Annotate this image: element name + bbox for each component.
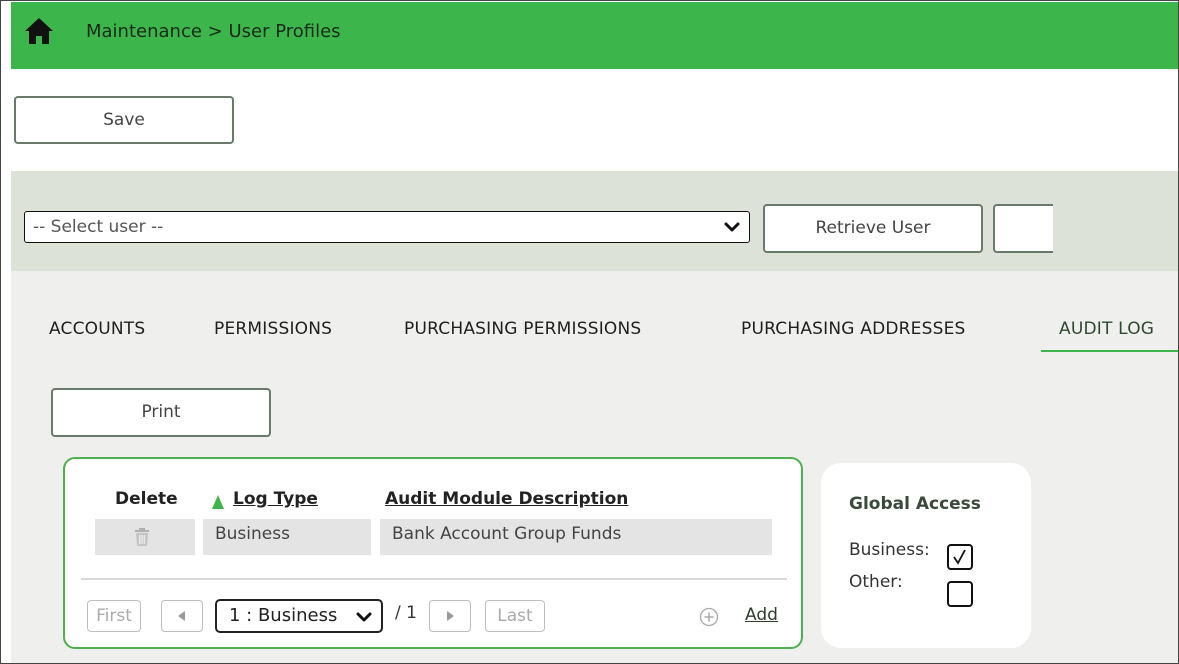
tab-audit-log[interactable]: AUDIT LOG xyxy=(1059,319,1154,339)
audit-log-grid: Delete Log Type Audit Module Description… xyxy=(63,457,803,649)
check-icon xyxy=(953,549,966,565)
prev-page-button[interactable] xyxy=(161,600,203,632)
chevron-down-icon xyxy=(724,222,740,232)
business-checkbox[interactable] xyxy=(947,544,973,570)
truncated-button[interactable] xyxy=(993,204,1053,253)
pager-divider xyxy=(81,578,787,580)
sort-ascending-icon[interactable] xyxy=(211,494,225,510)
column-header-log-type[interactable]: Log Type xyxy=(233,489,318,509)
tab-purchasing-permissions[interactable]: PURCHASING PERMISSIONS xyxy=(404,319,641,339)
other-checkbox[interactable] xyxy=(947,581,973,607)
page-total: / 1 xyxy=(395,603,417,623)
log-type-cell: Business xyxy=(203,519,371,555)
chevron-down-icon xyxy=(356,612,372,622)
user-select-bar: -- Select user -- Retrieve User xyxy=(11,171,1178,271)
header-bar: Maintenance > User Profiles xyxy=(11,2,1178,69)
home-icon[interactable] xyxy=(23,15,55,47)
tab-accounts[interactable]: ACCOUNTS xyxy=(49,319,145,339)
column-header-audit-module-description[interactable]: Audit Module Description xyxy=(385,489,628,509)
save-button[interactable]: Save xyxy=(14,96,234,144)
business-label: Business: xyxy=(849,540,930,560)
active-tab-indicator xyxy=(1041,350,1178,352)
global-access-title: Global Access xyxy=(849,494,981,514)
page-select-value: 1 : Business xyxy=(229,605,338,626)
caret-right-icon xyxy=(447,611,454,621)
last-page-button[interactable]: Last xyxy=(485,600,545,632)
app-frame: Maintenance > User Profiles Save -- Sele… xyxy=(0,0,1179,664)
next-page-button[interactable] xyxy=(429,600,471,632)
tab-bar: ACCOUNTS PERMISSIONS PURCHASING PERMISSI… xyxy=(11,313,1178,353)
user-select-value: -- Select user -- xyxy=(33,217,164,237)
page-select[interactable]: 1 : Business xyxy=(215,599,383,633)
print-button[interactable]: Print xyxy=(51,388,271,437)
add-link[interactable]: Add xyxy=(745,605,778,625)
breadcrumb: Maintenance > User Profiles xyxy=(86,21,341,42)
tab-permissions[interactable]: PERMISSIONS xyxy=(214,319,332,339)
delete-cell xyxy=(95,519,195,555)
trash-icon[interactable] xyxy=(133,527,151,547)
caret-left-icon xyxy=(178,611,185,621)
retrieve-user-button[interactable]: Retrieve User xyxy=(763,204,983,253)
main-content: ACCOUNTS PERMISSIONS PURCHASING PERMISSI… xyxy=(11,271,1178,663)
column-header-delete: Delete xyxy=(115,489,178,509)
global-access-panel: Global Access Business: Other: xyxy=(821,463,1031,648)
tab-purchasing-addresses[interactable]: PURCHASING ADDRESSES xyxy=(741,319,966,339)
description-cell: Bank Account Group Funds xyxy=(380,519,772,555)
other-label: Other: xyxy=(849,572,903,592)
first-page-button[interactable]: First xyxy=(87,600,141,632)
plus-circle-icon[interactable] xyxy=(699,607,719,627)
user-select[interactable]: -- Select user -- xyxy=(24,211,750,243)
